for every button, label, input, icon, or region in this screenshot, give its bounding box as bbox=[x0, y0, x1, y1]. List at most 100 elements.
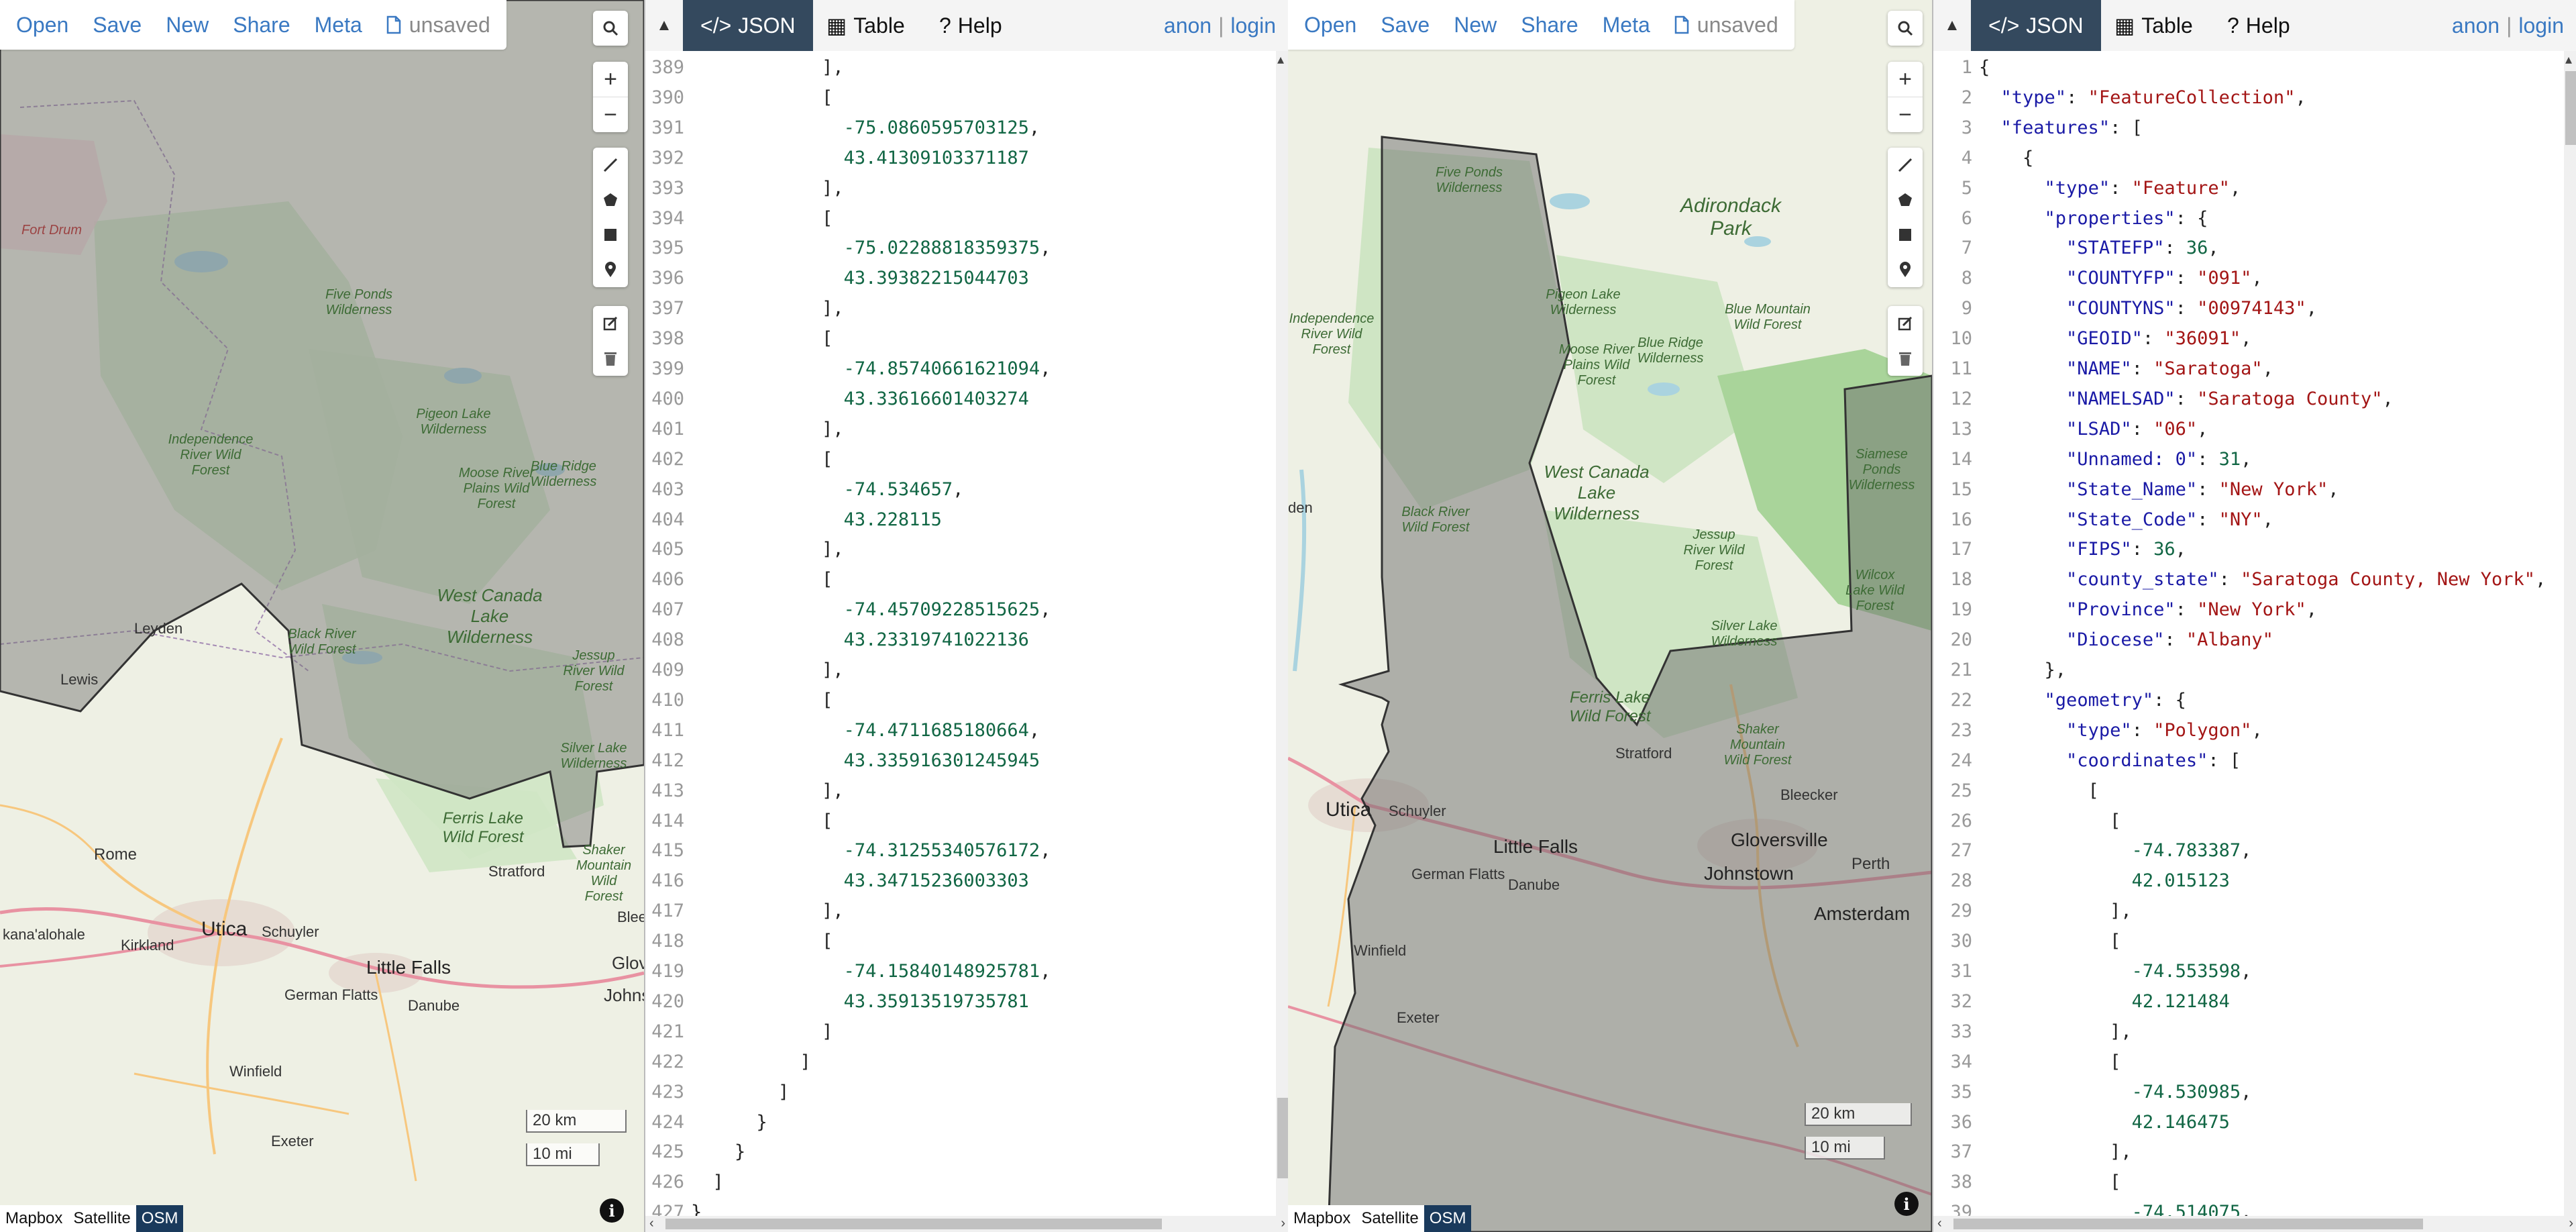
scrollbar-thumb[interactable] bbox=[665, 1219, 1162, 1229]
code-line: 36 42.146475 bbox=[1933, 1107, 2564, 1137]
layer-satellite[interactable]: Satellite bbox=[1356, 1205, 1424, 1232]
scrollbar-thumb[interactable] bbox=[1277, 1098, 1288, 1178]
code-text: 43.41309103371187 bbox=[843, 147, 1029, 168]
info-icon[interactable]: i bbox=[600, 1198, 624, 1223]
layer-satellite[interactable]: Satellite bbox=[68, 1205, 136, 1232]
code-text: "coordinates": [ bbox=[2066, 750, 2241, 771]
tab-table[interactable]: ▦ Table bbox=[2097, 0, 2210, 51]
scroll-right-icon[interactable]: › bbox=[2569, 1216, 2573, 1231]
line-number: 1 bbox=[1961, 57, 1972, 78]
code-line: 1{ bbox=[1933, 52, 2564, 83]
layer-mapbox[interactable]: Mapbox bbox=[0, 1205, 68, 1232]
map-view[interactable]: Fort Drum Five Ponds Wilderness Independ… bbox=[0, 0, 644, 1232]
tab-label: Help bbox=[2245, 13, 2290, 38]
open-button[interactable]: Open bbox=[4, 13, 80, 38]
scroll-left-icon[interactable]: ‹ bbox=[1937, 1216, 1942, 1231]
scrollbar-thumb[interactable] bbox=[2565, 71, 2576, 145]
code-text: [ bbox=[691, 689, 833, 711]
tab-help[interactable]: ? Help bbox=[922, 0, 1020, 51]
draw-line-icon[interactable] bbox=[1888, 148, 1923, 183]
user-link[interactable]: anon bbox=[1164, 13, 1212, 38]
line-number: 16 bbox=[1950, 509, 1972, 530]
search-control[interactable] bbox=[593, 11, 628, 46]
scrollbar-thumb[interactable] bbox=[1953, 1219, 2423, 1229]
scroll-right-icon[interactable]: › bbox=[1281, 1216, 1285, 1231]
info-icon[interactable]: i bbox=[1894, 1192, 1919, 1216]
map-label: West Canada Lake Wilderness bbox=[437, 585, 543, 647]
code-text: [ bbox=[691, 569, 833, 591]
draw-rectangle-icon[interactable] bbox=[1888, 217, 1923, 252]
json-editor[interactable]: 1{2 "type": "FeatureCollection", 3 "featu… bbox=[1933, 51, 2564, 1216]
line-number: 13 bbox=[1950, 418, 1972, 440]
edit-layers-icon[interactable] bbox=[1888, 306, 1923, 341]
map-label: Independence River Wild Forest bbox=[168, 432, 254, 478]
share-button[interactable]: Share bbox=[1509, 13, 1590, 38]
new-button[interactable]: New bbox=[154, 13, 221, 38]
draw-marker-icon[interactable] bbox=[593, 252, 628, 287]
scroll-left-icon[interactable]: ‹ bbox=[649, 1216, 654, 1231]
search-icon[interactable] bbox=[1888, 11, 1923, 46]
delete-layers-icon[interactable] bbox=[593, 341, 628, 376]
map-label: Danube bbox=[1508, 876, 1560, 893]
collapse-panel-icon[interactable]: ▲ bbox=[1933, 0, 1971, 51]
login-link[interactable]: login bbox=[1230, 13, 1276, 38]
new-button[interactable]: New bbox=[1442, 13, 1509, 38]
tab-json[interactable]: </> JSON bbox=[1971, 0, 2101, 51]
scroll-up-icon[interactable]: ▴ bbox=[2565, 51, 2572, 68]
delete-layers-icon[interactable] bbox=[1888, 341, 1923, 376]
zoom-out-button[interactable]: − bbox=[1888, 97, 1923, 132]
line-number: 8 bbox=[1961, 268, 1972, 289]
search-control[interactable] bbox=[1888, 11, 1923, 46]
search-icon[interactable] bbox=[593, 11, 628, 46]
draw-line-icon[interactable] bbox=[593, 148, 628, 183]
draw-rectangle-icon[interactable] bbox=[593, 217, 628, 252]
horizontal-scrollbar[interactable]: ‹ › bbox=[1933, 1216, 2576, 1232]
meta-button[interactable]: Meta bbox=[1591, 13, 1662, 38]
line-number: 22 bbox=[1950, 689, 1972, 711]
vertical-scrollbar[interactable]: ▴ bbox=[2564, 51, 2576, 1216]
edit-layers-icon[interactable] bbox=[593, 306, 628, 341]
meta-button[interactable]: Meta bbox=[303, 13, 374, 38]
code-text: -74.530985, bbox=[2131, 1081, 2252, 1102]
map-label: Five Ponds Wilderness bbox=[325, 287, 393, 317]
scale-mi: 10 mi bbox=[526, 1143, 600, 1166]
horizontal-scrollbar[interactable]: ‹ › bbox=[645, 1216, 1288, 1232]
layer-osm[interactable]: OSM bbox=[1424, 1205, 1472, 1232]
line-number: 6 bbox=[1961, 207, 1972, 229]
share-button[interactable]: Share bbox=[221, 13, 302, 38]
draw-polygon-icon[interactable] bbox=[593, 183, 628, 217]
collapse-panel-icon[interactable]: ▲ bbox=[645, 0, 683, 51]
login-link[interactable]: login bbox=[2518, 13, 2564, 38]
layer-osm[interactable]: OSM bbox=[136, 1205, 184, 1232]
map-label: Shaker Mountain Wild Forest bbox=[1723, 722, 1792, 768]
draw-polygon-icon[interactable] bbox=[1888, 183, 1923, 217]
code-text: "Unnamed: 0": 31, bbox=[2066, 448, 2252, 470]
code-line: 402 [ bbox=[645, 444, 1276, 474]
tab-help[interactable]: ? Help bbox=[2210, 0, 2308, 51]
file-icon bbox=[1674, 15, 1689, 34]
user-link[interactable]: anon bbox=[2452, 13, 2500, 38]
save-button[interactable]: Save bbox=[1368, 13, 1442, 38]
map-view[interactable]: Five Ponds Wilderness Adirondack Park In… bbox=[1288, 0, 1932, 1232]
save-button[interactable]: Save bbox=[80, 13, 154, 38]
layer-mapbox[interactable]: Mapbox bbox=[1288, 1205, 1356, 1232]
tab-table[interactable]: ▦ Table bbox=[809, 0, 922, 51]
map-label: Little Falls bbox=[1493, 836, 1578, 857]
line-number: 18 bbox=[1950, 569, 1972, 591]
line-number: 415 bbox=[651, 840, 684, 862]
code-line: 410 [ bbox=[645, 685, 1276, 715]
json-editor[interactable]: 389 ], 390 [391 -75.0860595703125, 392 43.… bbox=[645, 51, 1276, 1216]
scroll-up-icon[interactable]: ▴ bbox=[1277, 51, 1284, 68]
zoom-out-button[interactable]: − bbox=[593, 97, 628, 132]
line-number: 400 bbox=[651, 388, 684, 409]
map-label: Winfield bbox=[1354, 942, 1407, 959]
draw-marker-icon[interactable] bbox=[1888, 252, 1923, 287]
zoom-in-button[interactable]: + bbox=[593, 62, 628, 97]
zoom-in-button[interactable]: + bbox=[1888, 62, 1923, 97]
code-line: 411 -74.4711685180664, bbox=[645, 715, 1276, 746]
tab-json[interactable]: </> JSON bbox=[683, 0, 813, 51]
vertical-scrollbar[interactable]: ▴ bbox=[1276, 51, 1288, 1216]
line-number: 14 bbox=[1950, 448, 1972, 470]
map-label: Silver Lake Wilderness bbox=[1711, 619, 1778, 649]
open-button[interactable]: Open bbox=[1292, 13, 1368, 38]
